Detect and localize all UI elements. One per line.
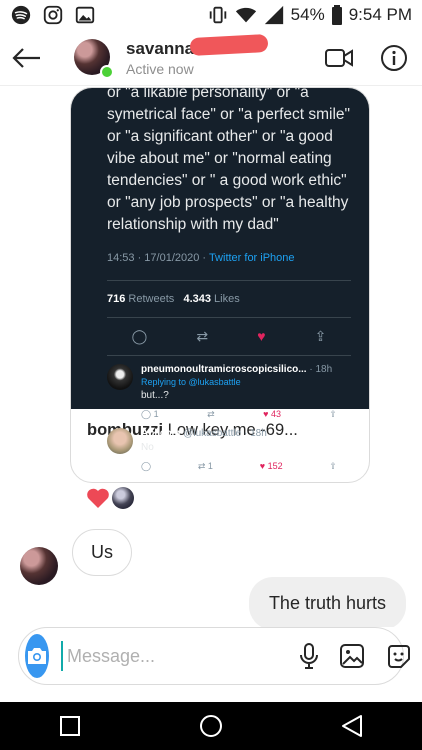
back-button[interactable]: [0, 30, 52, 86]
retweet-icon: ⇄ 1: [197, 461, 213, 471]
reply-avatar: [107, 428, 133, 454]
gallery-icon: [75, 6, 95, 24]
heart-icon: ♥ 43: [263, 409, 281, 419]
heart-icon: ♥ 152: [259, 461, 283, 471]
sender-avatar[interactable]: [20, 547, 58, 585]
message-input[interactable]: [61, 641, 299, 671]
signal-icon: [264, 5, 283, 25]
wifi-icon: [235, 7, 256, 23]
reply-avatar: [107, 364, 133, 390]
vibrate-icon: [209, 6, 226, 24]
gallery-icon[interactable]: [339, 643, 365, 669]
heart-icon: ♥: [257, 328, 266, 344]
instagram-icon: [43, 5, 63, 25]
online-indicator: [100, 64, 114, 79]
camera-button[interactable]: [25, 634, 49, 678]
contact-avatar[interactable]: [74, 38, 114, 79]
tweet-actions: ◯ ⇄ ♥ ⇪: [107, 317, 351, 356]
retweet-icon: ⇄: [196, 328, 209, 344]
home-icon[interactable]: [199, 714, 223, 738]
heart-reaction-icon: [87, 488, 109, 508]
status-bar: 54% 9:54 PM: [0, 0, 422, 30]
tweet-reply: Aol.com @lukasbattle · 18h No ◯ ⇄ 1 ♥ 15…: [107, 420, 351, 472]
reply-icon: ◯ 1: [141, 409, 159, 419]
tweet-screenshot: or "a likable personality" or "a symetri…: [71, 87, 369, 471]
battery-percent: 54%: [290, 5, 325, 24]
microphone-icon[interactable]: [299, 642, 319, 670]
back-arrow-icon: [12, 47, 40, 68]
shared-post-card[interactable]: or "a likable personality" or "a symetri…: [70, 87, 370, 483]
contact-info[interactable]: savannah Active now: [126, 33, 269, 77]
share-icon: ⇪: [329, 461, 337, 471]
clock: 9:54 PM: [348, 5, 412, 24]
camera-icon: [28, 648, 46, 664]
video-call-icon[interactable]: [324, 46, 354, 70]
share-icon: ⇪: [329, 409, 337, 419]
reactor-avatar: [112, 487, 134, 509]
message-reactions[interactable]: [86, 487, 134, 509]
tweet-text: or "a likable personality" or "a symetri…: [107, 87, 351, 233]
tweet-stats: 716 Retweets 4.343 Likes: [107, 280, 351, 305]
tweet-meta: 14:53 · 17/01/2020 · Twitter for iPhone: [107, 252, 295, 264]
spotify-icon: [11, 5, 31, 25]
incoming-message[interactable]: Us: [72, 528, 132, 576]
outgoing-message[interactable]: The truth hurts: [248, 577, 406, 627]
share-icon: ⇪: [314, 328, 327, 344]
message-thread[interactable]: or "a likable personality" or "a symetri…: [0, 87, 422, 627]
message-composer: [18, 627, 410, 685]
system-nav-bar: [0, 702, 422, 750]
reply-icon: ◯: [131, 328, 148, 344]
reply-icon: ◯: [141, 461, 152, 471]
contact-name: savannah: [126, 33, 269, 59]
back-nav-icon[interactable]: [341, 714, 363, 738]
retweet-icon: ⇄: [207, 409, 215, 419]
incoming-message-row: Us: [20, 519, 132, 585]
redaction-scribble: [189, 33, 269, 56]
tweet-reply: pneumonoultramicroscopicsilico... · 18h …: [107, 356, 351, 420]
sticker-icon[interactable]: [385, 642, 413, 670]
info-icon[interactable]: [380, 44, 408, 72]
battery-icon: [331, 5, 342, 25]
chat-header: savannah Active now: [0, 30, 422, 86]
recents-icon[interactable]: [59, 715, 81, 737]
presence-status: Active now: [126, 60, 194, 77]
